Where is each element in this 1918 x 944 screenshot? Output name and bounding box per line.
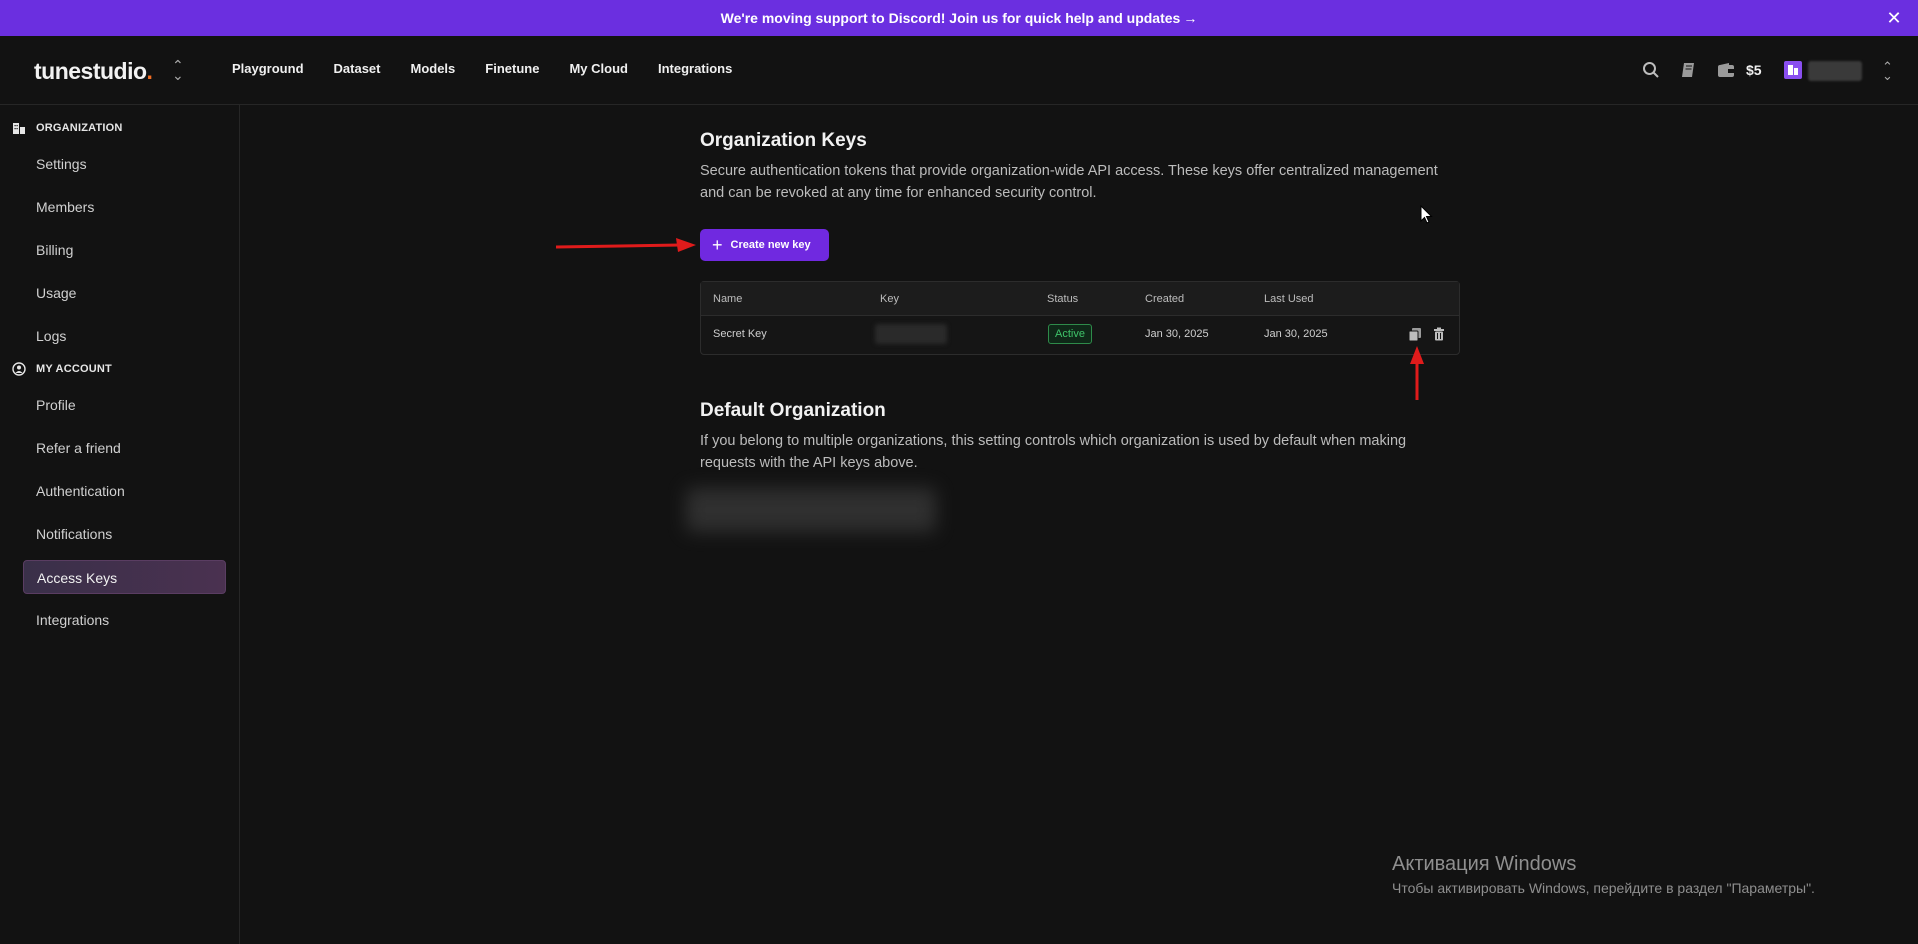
- user-circle-icon: [12, 362, 26, 376]
- wallet-icon[interactable]: [1716, 60, 1736, 80]
- nav-models[interactable]: Models: [410, 61, 455, 76]
- logo-dot: .: [146, 58, 153, 84]
- sidebar-item-notifications[interactable]: Notifications: [23, 517, 226, 551]
- copy-icon[interactable]: [1407, 326, 1423, 342]
- status-badge: Active: [1048, 324, 1092, 344]
- sidebar-section-organization: ORGANIZATION: [12, 121, 123, 135]
- default-org-description: If you belong to multiple organizations,…: [700, 433, 1407, 471]
- sidebar-item-members[interactable]: Members: [23, 190, 226, 224]
- watermark-subtitle: Чтобы активировать Windows, перейдите в …: [1392, 880, 1815, 896]
- key-value-masked: [875, 324, 947, 344]
- building-icon: [1788, 65, 1798, 75]
- sidebar-item-profile[interactable]: Profile: [23, 388, 226, 422]
- column-created: Created: [1145, 293, 1185, 305]
- book-icon[interactable]: [1679, 60, 1699, 80]
- section-title: ORGANIZATION: [36, 122, 123, 134]
- search-icon[interactable]: [1641, 60, 1661, 80]
- org-keys-section: Organization Keys Secure authentication …: [700, 130, 1460, 355]
- nav-my-cloud[interactable]: My Cloud: [569, 61, 628, 76]
- chevron-updown-icon[interactable]: ⌃ ⌄: [172, 58, 184, 82]
- sidebar-item-integrations[interactable]: Integrations: [23, 603, 226, 637]
- sidebar-item-authentication[interactable]: Authentication: [23, 474, 226, 508]
- plus-icon: +: [712, 235, 723, 255]
- sidebar-item-refer-a-friend[interactable]: Refer a friend: [23, 431, 226, 465]
- column-last-used: Last Used: [1264, 293, 1314, 305]
- column-key: Key: [880, 293, 899, 305]
- org-keys-title: Organization Keys: [700, 130, 867, 151]
- nav-finetune[interactable]: Finetune: [485, 61, 539, 76]
- logo-text: tunestudio: [34, 58, 147, 84]
- section-title: MY ACCOUNT: [36, 363, 112, 375]
- nav-playground[interactable]: Playground: [232, 61, 304, 76]
- create-new-key-label: Create new key: [730, 239, 811, 251]
- sidebar-section-my-account: MY ACCOUNT: [12, 362, 112, 376]
- default-org-select[interactable]: [686, 488, 936, 532]
- logo[interactable]: tunestudio.: [34, 58, 153, 85]
- key-name: Secret Key: [713, 328, 767, 340]
- close-icon[interactable]: ✕: [1884, 8, 1904, 28]
- main-nav: Playground Dataset Models Finetune My Cl…: [232, 61, 762, 76]
- sidebar-item-billing[interactable]: Billing: [23, 233, 226, 267]
- default-org-title: Default Organization: [700, 400, 886, 421]
- sidebar-item-logs[interactable]: Logs: [23, 319, 226, 353]
- sidebar: ORGANIZATION Settings Members Billing Us…: [0, 105, 240, 944]
- key-created: Jan 30, 2025: [1145, 328, 1209, 340]
- org-keys-description: Secure authentication tokens that provid…: [700, 163, 1438, 201]
- watermark-title: Активация Windows: [1392, 853, 1577, 875]
- org-avatar[interactable]: [1784, 61, 1802, 79]
- column-status: Status: [1047, 293, 1079, 305]
- nav-integrations[interactable]: Integrations: [658, 61, 732, 76]
- announcement-banner: We're moving support to Discord! Join us…: [0, 0, 1918, 36]
- mouse-cursor-icon: [1420, 205, 1433, 224]
- create-new-key-button[interactable]: + Create new key: [700, 229, 829, 261]
- windows-activation-watermark: Активация Windows Чтобы активировать Win…: [1392, 853, 1815, 896]
- key-last-used: Jan 30, 2025: [1264, 328, 1328, 340]
- table-header: Name Key Status Created Last Used: [701, 282, 1459, 316]
- annotation-arrow-up-icon: [1410, 346, 1424, 400]
- sidebar-item-access-keys[interactable]: Access Keys: [23, 560, 226, 594]
- credit-balance[interactable]: $5: [1746, 62, 1762, 78]
- org-name[interactable]: [1808, 61, 1862, 81]
- annotation-arrow-right-icon: [556, 238, 696, 252]
- keys-table: Name Key Status Created Last Used Secret…: [700, 281, 1460, 355]
- sidebar-item-settings[interactable]: Settings: [23, 147, 226, 181]
- column-name: Name: [713, 293, 743, 305]
- nav-dataset[interactable]: Dataset: [334, 61, 381, 76]
- arrow-right-icon[interactable]: →: [1183, 10, 1197, 26]
- sidebar-item-usage[interactable]: Usage: [23, 276, 226, 310]
- top-navbar: tunestudio. ⌃ ⌄ Playground Dataset Models…: [0, 36, 1918, 105]
- banner-text[interactable]: We're moving support to Discord! Join us…: [721, 10, 1181, 26]
- trash-icon[interactable]: [1431, 326, 1447, 342]
- building-icon: [13, 123, 25, 134]
- default-org-section: Default Organization If you belong to mu…: [700, 400, 1460, 474]
- chevron-updown-icon[interactable]: ⌃ ⌄: [1882, 60, 1893, 82]
- table-row: Secret Key Active Jan 30, 2025 Jan 30, 2…: [701, 316, 1459, 354]
